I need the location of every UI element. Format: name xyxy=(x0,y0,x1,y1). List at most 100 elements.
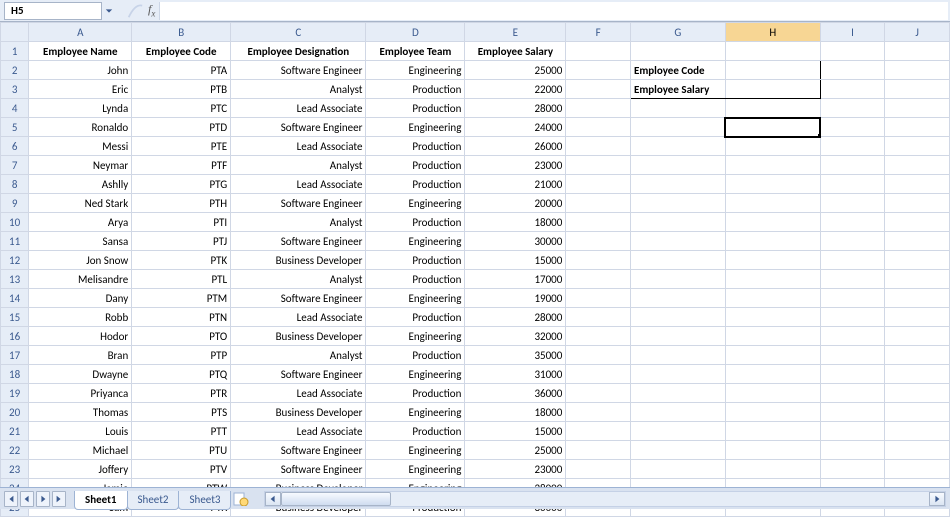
row-header[interactable]: 6 xyxy=(1,137,29,156)
cell-I9[interactable] xyxy=(820,194,885,213)
cell-B6[interactable]: PTE xyxy=(132,137,231,156)
row-header[interactable]: 9 xyxy=(1,194,29,213)
cell-E15[interactable]: 28000 xyxy=(465,308,566,327)
cell-B2[interactable]: PTA xyxy=(132,61,231,80)
cell-E12[interactable]: 15000 xyxy=(465,251,566,270)
cell-A18[interactable]: Dwayne xyxy=(29,365,132,384)
cell-E16[interactable]: 32000 xyxy=(465,327,566,346)
cell-G6[interactable] xyxy=(630,137,725,156)
cell-G22[interactable] xyxy=(630,441,725,460)
cell-I14[interactable] xyxy=(820,289,885,308)
cell-H17[interactable] xyxy=(725,346,820,365)
cell-G16[interactable] xyxy=(630,327,725,346)
row-header[interactable]: 7 xyxy=(1,156,29,175)
cell-F5[interactable] xyxy=(566,118,631,137)
cell-H3[interactable] xyxy=(725,80,820,99)
cell-D9[interactable]: Engineering xyxy=(366,194,465,213)
cell-C16[interactable]: Business Developer xyxy=(231,327,366,346)
cell-A19[interactable]: Priyanca xyxy=(29,384,132,403)
cell-D12[interactable]: Production xyxy=(366,251,465,270)
cell-C2[interactable]: Software Engineer xyxy=(231,61,366,80)
cell-G8[interactable] xyxy=(630,175,725,194)
cell-J4[interactable] xyxy=(885,99,950,118)
cell-A1[interactable]: Employee Name xyxy=(29,42,132,61)
cell-H7[interactable] xyxy=(725,156,820,175)
cell-J9[interactable] xyxy=(885,194,950,213)
cell-I20[interactable] xyxy=(820,403,885,422)
cell-I23[interactable] xyxy=(820,460,885,479)
cell-H11[interactable] xyxy=(725,232,820,251)
cell-B14[interactable]: PTM xyxy=(132,289,231,308)
row-header[interactable]: 11 xyxy=(1,232,29,251)
cell-E21[interactable]: 15000 xyxy=(465,422,566,441)
cell-I12[interactable] xyxy=(820,251,885,270)
cell-J14[interactable] xyxy=(885,289,950,308)
name-box[interactable]: H5 xyxy=(4,2,102,20)
cell-D20[interactable]: Engineering xyxy=(366,403,465,422)
cell-I19[interactable] xyxy=(820,384,885,403)
cell-H4[interactable] xyxy=(725,99,820,118)
cell-H15[interactable] xyxy=(725,308,820,327)
cell-C23[interactable]: Software Engineer xyxy=(231,460,366,479)
cell-I1[interactable] xyxy=(820,42,885,61)
cell-J1[interactable] xyxy=(885,42,950,61)
cell-C20[interactable]: Business Developer xyxy=(231,403,366,422)
cell-F1[interactable] xyxy=(566,42,631,61)
cell-E5[interactable]: 24000 xyxy=(465,118,566,137)
insert-function-button[interactable]: fx xyxy=(148,2,155,18)
cell-D16[interactable]: Engineering xyxy=(366,327,465,346)
cell-I8[interactable] xyxy=(820,175,885,194)
cell-B15[interactable]: PTN xyxy=(132,308,231,327)
cell-G14[interactable] xyxy=(630,289,725,308)
cell-D6[interactable]: Production xyxy=(366,137,465,156)
tab-nav-prev[interactable] xyxy=(20,491,34,507)
cell-I17[interactable] xyxy=(820,346,885,365)
row-header[interactable]: 19 xyxy=(1,384,29,403)
hscroll-right[interactable] xyxy=(929,492,945,506)
cell-G3[interactable]: Employee Salary xyxy=(630,80,725,99)
col-header-A[interactable]: A xyxy=(29,23,132,42)
cell-I11[interactable] xyxy=(820,232,885,251)
cell-D11[interactable]: Engineering xyxy=(366,232,465,251)
row-header[interactable]: 22 xyxy=(1,441,29,460)
cell-C17[interactable]: Analyst xyxy=(231,346,366,365)
cell-J21[interactable] xyxy=(885,422,950,441)
cell-I6[interactable] xyxy=(820,137,885,156)
cell-E11[interactable]: 30000 xyxy=(465,232,566,251)
cell-E14[interactable]: 19000 xyxy=(465,289,566,308)
cell-G1[interactable] xyxy=(630,42,725,61)
formula-input[interactable] xyxy=(159,2,948,20)
cell-A22[interactable]: Michael xyxy=(29,441,132,460)
cell-J18[interactable] xyxy=(885,365,950,384)
cell-B18[interactable]: PTQ xyxy=(132,365,231,384)
row-header[interactable]: 8 xyxy=(1,175,29,194)
sheet-tab-sheet1[interactable]: Sheet1 xyxy=(74,491,128,510)
cell-C11[interactable]: Software Engineer xyxy=(231,232,366,251)
cell-A6[interactable]: Messi xyxy=(29,137,132,156)
cell-G2[interactable]: Employee Code xyxy=(630,61,725,80)
cell-D22[interactable]: Engineering xyxy=(366,441,465,460)
cell-H16[interactable] xyxy=(725,327,820,346)
cell-J20[interactable] xyxy=(885,403,950,422)
cell-D21[interactable]: Production xyxy=(366,422,465,441)
cell-E3[interactable]: 22000 xyxy=(465,80,566,99)
cell-J2[interactable] xyxy=(885,61,950,80)
cell-J22[interactable] xyxy=(885,441,950,460)
cell-B13[interactable]: PTL xyxy=(132,270,231,289)
cell-J15[interactable] xyxy=(885,308,950,327)
cell-E13[interactable]: 17000 xyxy=(465,270,566,289)
cell-B21[interactable]: PTT xyxy=(132,422,231,441)
cell-A2[interactable]: John xyxy=(29,61,132,80)
cell-E8[interactable]: 21000 xyxy=(465,175,566,194)
col-header-C[interactable]: C xyxy=(231,23,366,42)
row-header[interactable]: 13 xyxy=(1,270,29,289)
cell-B4[interactable]: PTC xyxy=(132,99,231,118)
cell-C18[interactable]: Software Engineer xyxy=(231,365,366,384)
cell-A12[interactable]: Jon Snow xyxy=(29,251,132,270)
cell-B19[interactable]: PTR xyxy=(132,384,231,403)
cell-C3[interactable]: Analyst xyxy=(231,80,366,99)
cell-J7[interactable] xyxy=(885,156,950,175)
cell-E2[interactable]: 25000 xyxy=(465,61,566,80)
cell-A17[interactable]: Bran xyxy=(29,346,132,365)
cell-A5[interactable]: Ronaldo xyxy=(29,118,132,137)
